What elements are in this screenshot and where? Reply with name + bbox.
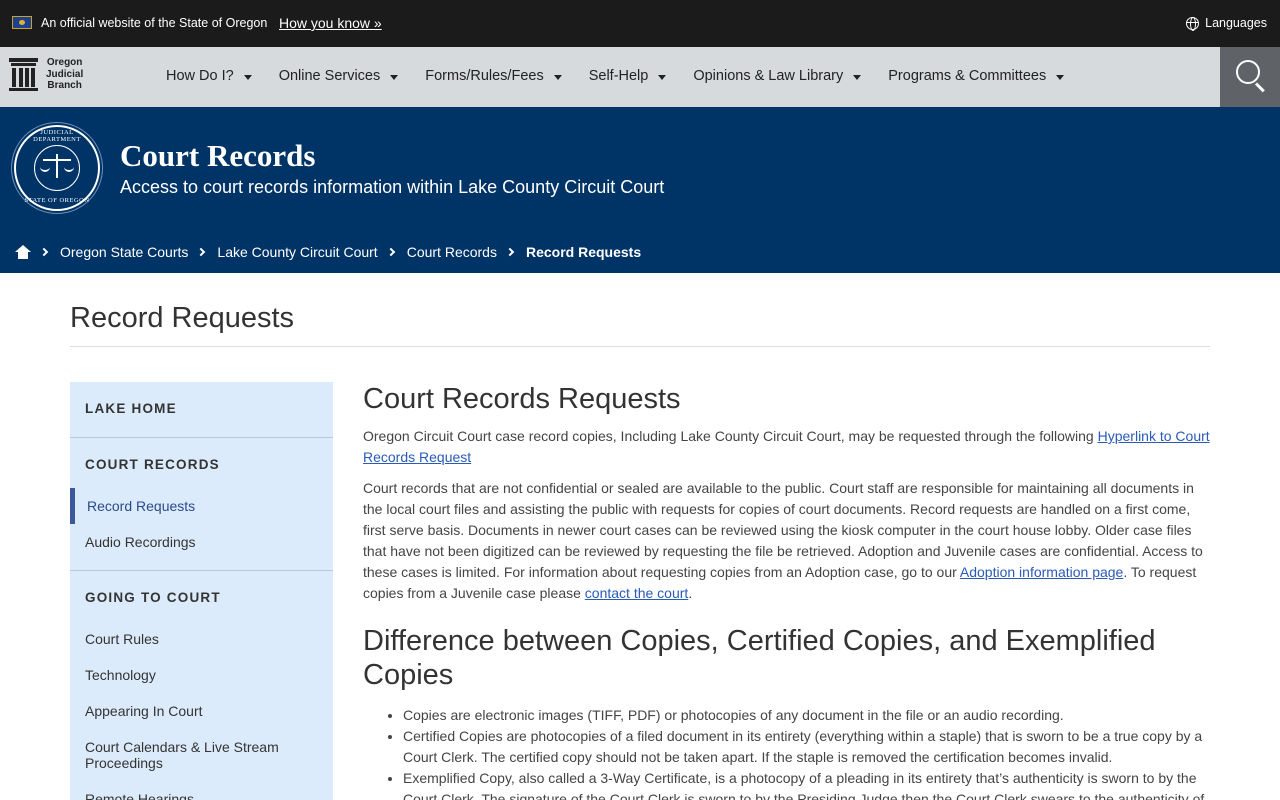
nav-item-self-help[interactable]: Self-Help [589,68,667,84]
breadcrumb-item[interactable]: Lake County Circuit Court [217,244,377,260]
sidebar-item-remote-hearings[interactable]: Remote Hearings [85,791,315,800]
intro-paragraph: Oregon Circuit Court case record copies,… [363,428,1210,465]
hero-title: Court Records [120,138,316,173]
oregon-flag-icon [12,16,32,29]
caret-down-icon [553,74,562,80]
languages-label: Languages [1205,16,1267,30]
home-icon[interactable] [15,245,31,259]
hero-subtitle: Access to court records information with… [120,177,665,197]
scales-icon [56,154,58,178]
chevron-right-icon [197,247,206,257]
breadcrumb-item[interactable]: Oregon State Courts [60,244,188,260]
caret-down-icon [853,74,862,80]
breadcrumb-current: Record Requests [525,244,642,260]
chevron-right-icon [39,247,49,257]
section-heading: Court Records Requests [363,383,681,415]
active-indicator [70,488,75,524]
adoption-info-link[interactable]: Adoption information page [960,564,1123,580]
divider [70,570,333,571]
sidebar-item-appearing-in-court[interactable]: Appearing In Court [85,703,315,719]
judicial-department-seal: JUDICIAL DEPARTMENT STATE OF OREGON [14,125,100,211]
nav-item-how-do-i[interactable]: How Do I? [166,68,252,84]
nav-item-opinions-law-library[interactable]: Opinions & Law Library [693,68,862,84]
nav-item-programs-committees[interactable]: Programs & Committees [888,68,1065,84]
contact-court-link[interactable]: contact the court [585,585,689,601]
chevron-right-icon [505,247,515,257]
sidebar-heading-court-records[interactable]: COURT RECORDS [85,457,220,472]
section-heading-2: Difference between Copies, Certified Cop… [363,625,1156,691]
caret-down-icon [243,74,252,80]
main-content: Court Records Requests Oregon Circuit Co… [363,382,1211,800]
list-item: Copies are electronic images (TIFF, PDF)… [403,705,1211,726]
chevron-right-icon [386,247,395,257]
sidebar-item-record-requests[interactable]: Record Requests [87,498,317,514]
sidebar: LAKE HOME COURT RECORDS Record Requests … [70,382,333,800]
sidebar-item-audio-recordings[interactable]: Audio Recordings [85,534,315,550]
divider [70,346,1210,347]
caret-down-icon [390,74,399,80]
caret-down-icon [1056,74,1065,80]
pillar-icon [9,57,38,91]
nav-menu: How Do I? Online Services Forms/Rules/Fe… [166,68,1091,84]
sidebar-item-lake-home[interactable]: LAKE HOME [85,401,177,416]
globe-icon [1186,16,1200,31]
breadcrumb: Oregon State Courts Lake County Circuit … [15,244,641,260]
sidebar-heading-going-to-court[interactable]: GOING TO COURT [85,590,221,605]
body-paragraph: Court records that are not confidential … [363,480,1203,601]
nav-item-online-services[interactable]: Online Services [279,68,399,84]
sidebar-item-technology[interactable]: Technology [85,667,315,683]
main-nav: Oregon Judicial Branch How Do I? Online Se… [0,47,1280,107]
search-icon [1236,60,1260,84]
search-button[interactable] [1220,47,1280,107]
copies-list: Copies are electronic images (TIFF, PDF)… [363,705,1211,800]
ojd-logo[interactable]: Oregon Judicial Branch [9,57,83,92]
breadcrumb-item[interactable]: Court Records [407,244,497,260]
brand-text: Oregon Judicial Branch [46,57,84,91]
caret-down-icon [658,74,667,80]
official-banner: An official website of the State of Oreg… [0,0,1280,47]
how-you-know-link[interactable]: How you know » [279,15,382,31]
official-text: An official website of the State of Oreg… [41,16,268,30]
languages-button[interactable]: Languages [1186,16,1267,31]
list-item: Certified Copies are photocopies of a fi… [403,726,1211,768]
nav-item-forms-rules-fees[interactable]: Forms/Rules/Fees [425,68,562,84]
page-title: Record Requests [70,302,295,334]
hero-banner: JUDICIAL DEPARTMENT STATE OF OREGON Cour… [0,107,1280,273]
list-item: Exemplified Copy, also called a 3-Way Ce… [403,768,1211,800]
sidebar-item-court-calendars[interactable]: Court Calendars & Live Stream Proceeding… [85,739,315,771]
sidebar-item-court-rules[interactable]: Court Rules [85,631,315,647]
divider [70,437,333,438]
